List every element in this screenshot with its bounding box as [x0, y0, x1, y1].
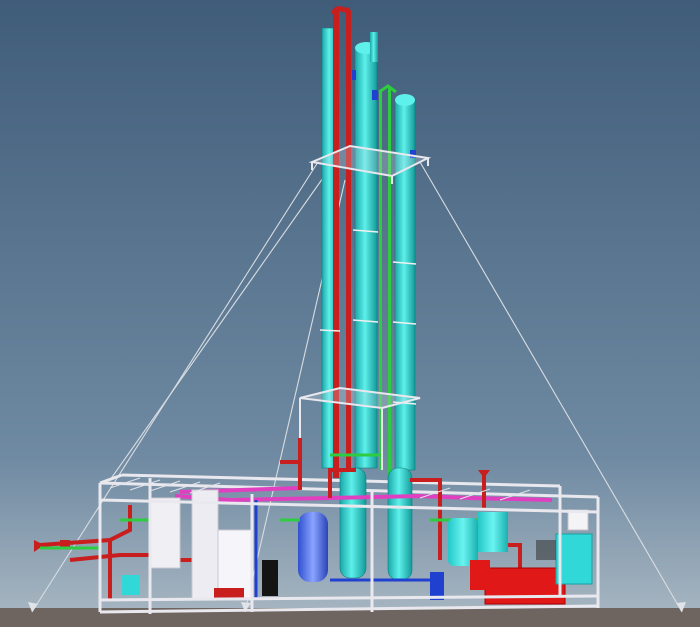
3d-model-viewport[interactable]: [0, 0, 700, 627]
black-panel: [262, 560, 278, 596]
blue-vessel: [298, 512, 328, 582]
red-stack-pipe: [333, 8, 339, 478]
cyan-tank: [448, 518, 478, 566]
plant-3d-scene: [0, 0, 700, 627]
cyan-pump: [122, 575, 140, 595]
red-skid-unit: [484, 567, 566, 605]
